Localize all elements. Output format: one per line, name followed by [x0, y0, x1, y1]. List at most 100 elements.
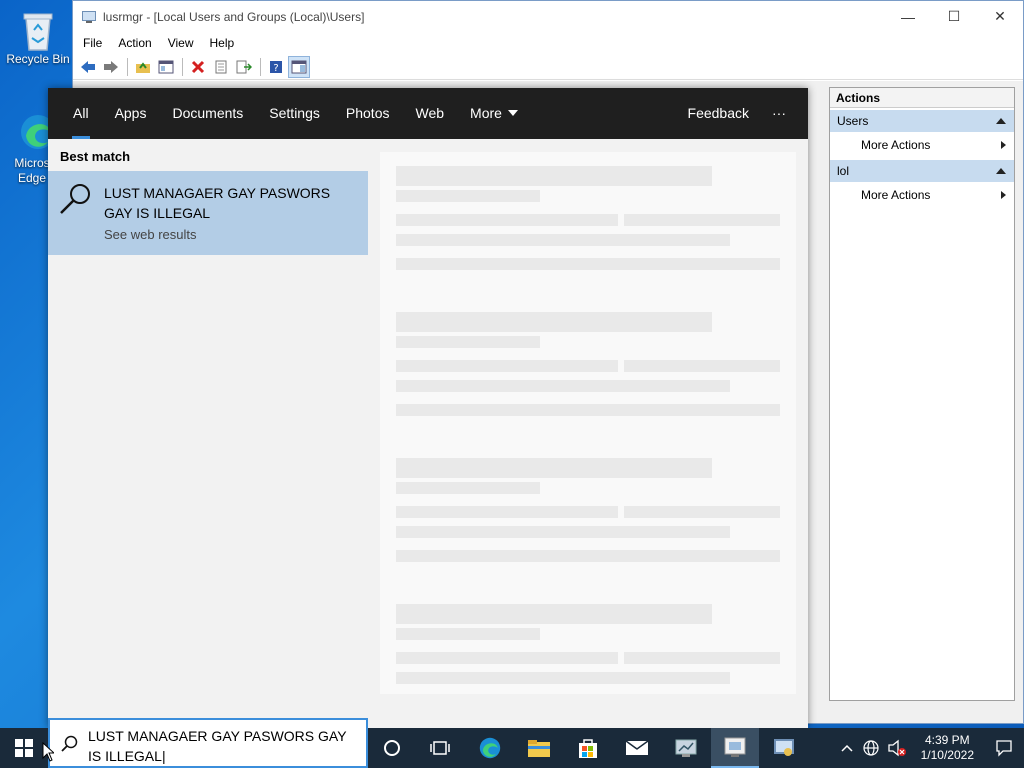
collapse-icon[interactable] [996, 118, 1006, 124]
tab-all[interactable]: All [60, 88, 102, 139]
loading-placeholder [396, 404, 780, 416]
actions-group-users[interactable]: Users [830, 110, 1014, 132]
minimize-button[interactable]: — [885, 1, 931, 32]
delete-icon[interactable] [187, 56, 209, 78]
maximize-button[interactable]: ☐ [931, 1, 977, 32]
loading-placeholder [396, 360, 618, 372]
toolbar-separator [182, 57, 183, 76]
show-hide-tree-icon[interactable] [155, 56, 177, 78]
text-caret: | [161, 748, 166, 764]
back-icon[interactable] [77, 56, 99, 78]
clock[interactable]: 4:39 PM 1/10/2022 [911, 733, 984, 763]
menu-action[interactable]: Action [110, 32, 159, 54]
action-item-label: More Actions [861, 138, 931, 152]
desktop-icon-label: Micros Edge [14, 156, 50, 185]
system-tray: 4:39 PM 1/10/2022 [835, 728, 1024, 768]
loading-placeholder [396, 652, 618, 664]
loading-placeholder [396, 380, 730, 392]
show-hidden-icons-icon[interactable] [835, 728, 859, 768]
menu-help[interactable]: Help [202, 32, 243, 54]
computer-management-taskbar-icon[interactable] [711, 728, 759, 768]
help-icon[interactable]: ? [265, 56, 287, 78]
search-flyout: All Apps Documents Settings Photos Web M… [48, 88, 808, 728]
up-folder-icon[interactable] [132, 56, 154, 78]
properties-icon[interactable] [210, 56, 232, 78]
search-input[interactable]: LUST MANAGAER GAY PASWORS GAY IS ILLEGAL… [88, 726, 362, 766]
taskbar-search-box[interactable]: LUST MANAGAER GAY PASWORS GAY IS ILLEGAL… [48, 718, 368, 768]
tab-settings[interactable]: Settings [256, 88, 333, 139]
best-match-heading: Best match [60, 149, 131, 164]
tab-documents[interactable]: Documents [159, 88, 256, 139]
export-list-icon[interactable] [233, 56, 255, 78]
more-actions-users[interactable]: More Actions [830, 132, 1014, 158]
svg-text:?: ? [273, 63, 278, 74]
menu-view[interactable]: View [160, 32, 202, 54]
edge-taskbar-icon[interactable] [466, 728, 514, 768]
loading-placeholder [396, 604, 712, 624]
collapse-icon[interactable] [996, 168, 1006, 174]
lusrmgr-taskbar-icon[interactable] [760, 728, 808, 768]
loading-placeholder [624, 506, 780, 518]
microsoft-store-icon[interactable] [564, 728, 612, 768]
task-view-icon[interactable] [416, 728, 464, 768]
preview-pane-loading [380, 152, 796, 694]
network-icon[interactable] [859, 728, 883, 768]
file-explorer-icon[interactable] [515, 728, 563, 768]
cortana-icon[interactable] [368, 728, 416, 768]
show-action-pane-icon[interactable] [288, 55, 310, 78]
loading-placeholder [624, 652, 780, 664]
notifications-icon[interactable] [984, 728, 1024, 768]
overflow-menu-button[interactable]: ··· [762, 88, 808, 139]
forward-icon[interactable] [100, 56, 122, 78]
desktop-icon-recycle-bin[interactable]: Recycle Bin [4, 8, 72, 66]
loading-placeholder [396, 166, 712, 186]
tab-web[interactable]: Web [402, 88, 457, 139]
actions-pane: Actions Users More Actions lol More Acti… [829, 87, 1015, 701]
close-button[interactable]: ✕ [977, 1, 1023, 32]
menu-bar: File Action View Help [73, 32, 1023, 54]
windows-logo-icon [15, 739, 33, 757]
best-match-query: LUST MANAGAER GAY PASWORS GAY IS ILLEGAL [104, 185, 331, 221]
submenu-arrow-icon [1001, 141, 1006, 149]
actions-group-label: lol [837, 164, 850, 178]
mail-icon[interactable] [613, 728, 661, 768]
server-manager-icon[interactable] [662, 728, 710, 768]
toolbar-separator [260, 57, 261, 76]
loading-placeholder [396, 550, 780, 562]
clock-date: 1/10/2022 [920, 748, 974, 762]
feedback-button[interactable]: Feedback [675, 88, 762, 139]
actions-header: Actions [830, 88, 1014, 108]
tab-apps[interactable]: Apps [102, 88, 160, 139]
tab-more[interactable]: More [457, 88, 531, 139]
volume-muted-icon[interactable] [883, 728, 911, 768]
loading-placeholder [624, 214, 780, 226]
window-titlebar[interactable]: lusrmgr - [Local Users and Groups (Local… [73, 1, 1023, 32]
start-button[interactable] [0, 728, 48, 768]
tab-photos[interactable]: Photos [333, 88, 403, 139]
toolbar-separator [127, 57, 128, 76]
menu-file[interactable]: File [75, 32, 110, 54]
search-icon [58, 181, 94, 217]
clock-time: 4:39 PM [924, 733, 970, 747]
action-item-label: More Actions [861, 188, 931, 202]
chevron-down-icon [507, 110, 518, 116]
loading-placeholder [396, 628, 540, 640]
recycle-bin-icon [18, 8, 58, 51]
loading-placeholder [396, 506, 618, 518]
search-tabs: All Apps Documents Settings Photos Web M… [48, 88, 808, 139]
best-match-result[interactable]: LUST MANAGAER GAY PASWORS GAY IS ILLEGAL… [48, 171, 368, 255]
results-list: Best match LUST MANAGAER GAY PASWORS GAY… [48, 139, 368, 728]
best-match-subtitle: See web results [104, 227, 197, 242]
loading-placeholder [396, 336, 540, 348]
actions-group-label: Users [837, 114, 869, 128]
window-title: lusrmgr - [Local Users and Groups (Local… [103, 9, 365, 24]
toolbar: ? [73, 54, 1023, 80]
loading-placeholder [396, 258, 780, 270]
loading-placeholder [396, 190, 540, 202]
search-icon [60, 735, 78, 756]
loading-placeholder [396, 214, 618, 226]
search-input-value: LUST MANAGAER GAY PASWORS GAY IS ILLEGAL [88, 728, 347, 764]
loading-placeholder [396, 312, 712, 332]
actions-group-lol[interactable]: lol [830, 160, 1014, 182]
more-actions-lol[interactable]: More Actions [830, 182, 1014, 208]
